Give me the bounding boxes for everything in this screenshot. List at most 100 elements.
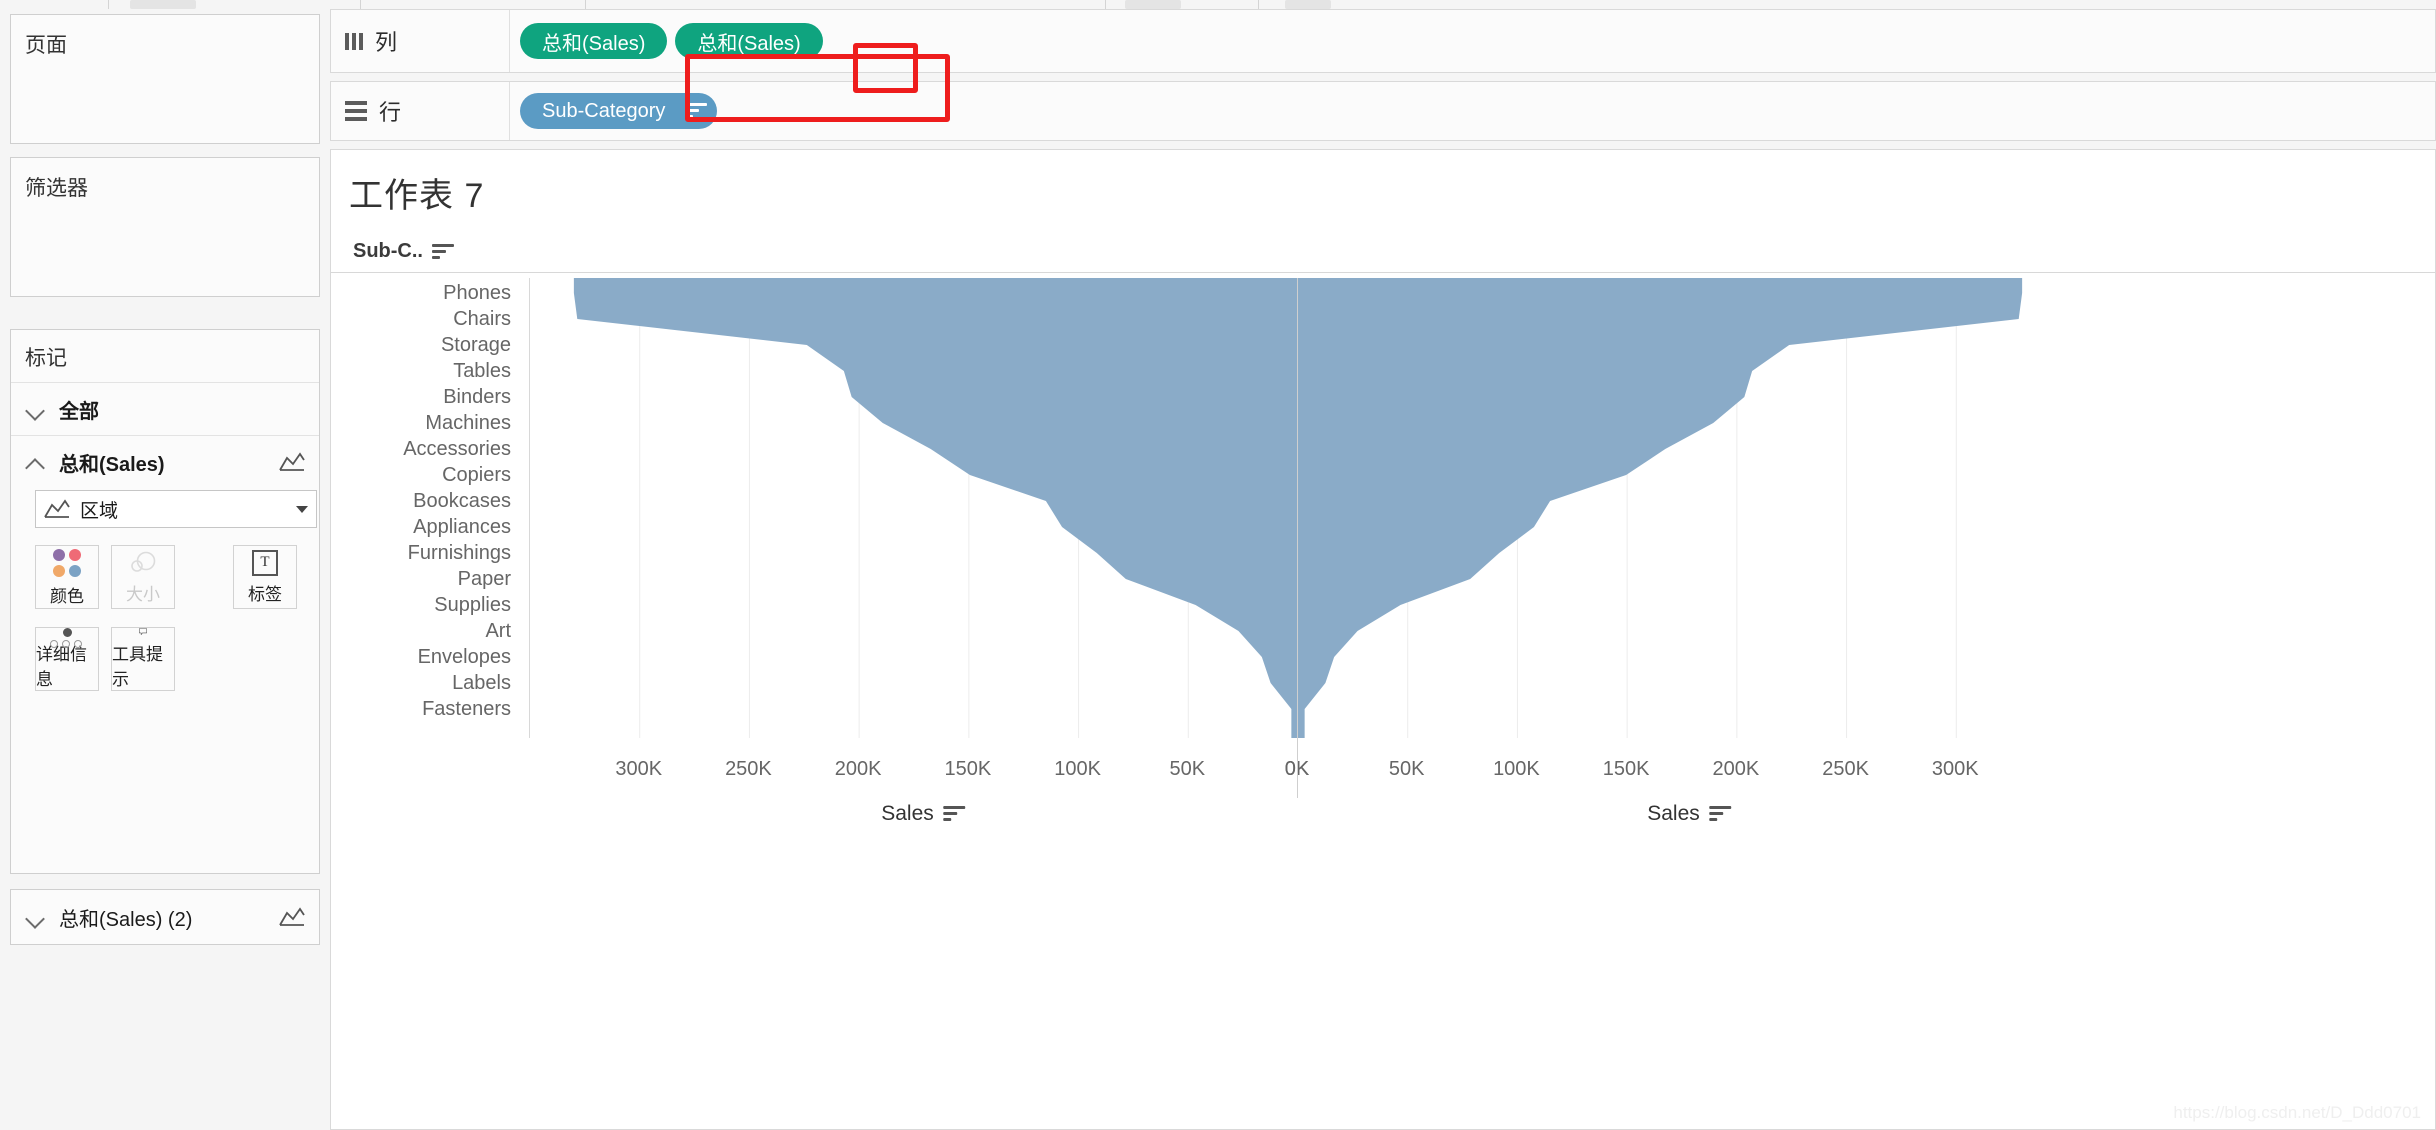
marks-tooltip-button[interactable]: 工具提示 [111, 627, 175, 691]
list-item[interactable]: Appliances [331, 514, 521, 540]
pages-card[interactable]: 页面 [10, 14, 320, 144]
list-item[interactable]: Labels [331, 670, 521, 696]
list-item[interactable]: Tables [331, 358, 521, 384]
x-axis-title-right-label: Sales [1647, 802, 1700, 825]
columns-shelf-label: 列 [331, 25, 509, 57]
x-axis-tick-left: 150K [944, 758, 992, 780]
chevron-down-icon [25, 906, 47, 928]
x-axis-tick-right: 150K [1602, 758, 1650, 780]
color-dots-icon [52, 548, 82, 578]
header-rule [331, 272, 2436, 273]
chart-svg [573, 278, 2023, 738]
sort-descending-icon[interactable] [685, 103, 708, 119]
x-axis-title-left[interactable]: Sales [881, 802, 965, 826]
list-item[interactable]: Copiers [331, 462, 521, 488]
x-axis-tick-right: 200K [1712, 758, 1760, 780]
area-mark-icon [279, 452, 305, 471]
marks-color-button[interactable]: 颜色 [35, 545, 99, 609]
marks-size-label: 大小 [126, 584, 160, 604]
list-item[interactable]: Supplies [331, 592, 521, 618]
x-axis-title-right[interactable]: Sales [1647, 802, 1731, 826]
size-circles-icon [131, 551, 156, 572]
marks-group-sales-2[interactable]: 总和(Sales) (2) [11, 890, 319, 944]
chevron-down-icon [296, 505, 308, 513]
toolbar-chip[interactable] [130, 0, 196, 9]
list-item[interactable]: Phones [331, 280, 521, 306]
toolbar-chip[interactable] [1125, 0, 1181, 9]
row-field-header[interactable]: Sub-C.. [353, 240, 454, 263]
marks-group-sales[interactable]: 总和(Sales) [11, 435, 319, 488]
marks-group-all-label: 全部 [59, 400, 99, 423]
list-item[interactable]: Art [331, 618, 521, 644]
x-axis-tick-right: 50K [1388, 758, 1425, 780]
area-mark-right [1298, 278, 2023, 738]
columns-shelf-text: 列 [375, 30, 398, 55]
marks-size-button[interactable]: 大小 [111, 545, 175, 609]
toolbar-divider [585, 0, 586, 9]
chart-plot-area[interactable] [529, 278, 2424, 738]
toolbar-divider [1105, 0, 1106, 9]
list-item[interactable]: Storage [331, 332, 521, 358]
list-item[interactable]: Bookcases [331, 488, 521, 514]
list-item[interactable]: Furnishings [331, 540, 521, 566]
sort-descending-icon[interactable] [432, 243, 454, 260]
x-axis-tick-left: 250K [725, 758, 772, 780]
marks-card-title: 标记 [25, 347, 67, 370]
x-axis: 300K 250K 200K 150K 100K 50K 0K 0K 50K 100K 150K 20… [529, 740, 2424, 825]
columns-shelf-dropzone[interactable]: 总和(Sales) 总和(Sales) [509, 10, 2435, 72]
marks-group-sales-label: 总和(Sales) [59, 453, 165, 476]
filters-card[interactable]: 筛选器 [10, 157, 320, 297]
area-mark-icon [44, 499, 70, 518]
row-header-list: Phones Chairs Storage Tables Binders Mac… [331, 280, 521, 722]
chevron-up-icon [25, 451, 47, 473]
pages-card-title: 页面 [25, 34, 67, 57]
x-axis-tick-left: 200K [834, 758, 882, 780]
marks-group-sales-2-label: 总和(Sales) (2) [59, 908, 193, 931]
marks-tooltip-label: 工具提示 [112, 645, 163, 689]
list-item[interactable]: Fasteners [331, 696, 521, 722]
rows-icon [345, 101, 367, 121]
marks-label-label: 标签 [248, 584, 282, 604]
rows-shelf-label: 行 [331, 95, 509, 127]
pill-sub-category-label: Sub-Category [542, 99, 666, 122]
toolbar-sliver [0, 0, 2436, 9]
marks-card-sales-2[interactable]: 总和(Sales) (2) [10, 889, 320, 945]
page-title: 工作表 7 [349, 177, 485, 215]
marks-card: 标记 全部 总和(Sales) 区域 颜色 大小 T 标签 详细信息 工具提示 [10, 329, 320, 874]
marks-label-button[interactable]: T 标签 [233, 545, 297, 609]
list-item[interactable]: Paper [331, 566, 521, 592]
toolbar-chip[interactable] [1285, 0, 1331, 9]
mark-type-select[interactable]: 区域 [35, 490, 317, 528]
rows-shelf-text: 行 [379, 100, 402, 125]
list-item[interactable]: Binders [331, 384, 521, 410]
pill-sum-sales-1[interactable]: 总和(Sales) [520, 23, 668, 59]
sort-descending-icon[interactable] [942, 806, 965, 822]
toolbar-divider [360, 0, 361, 9]
area-mark-icon [279, 907, 305, 926]
list-item[interactable]: Envelopes [331, 644, 521, 670]
chevron-down-icon [25, 398, 47, 420]
left-panel: 页面 筛选器 标记 全部 总和(Sales) 区域 颜色 大小 T 标签 详细信… [0, 9, 330, 1130]
viz-area: 列 总和(Sales) 总和(Sales) 行 Sub-Category 工作表… [330, 9, 2436, 1130]
tooltip-bubble-icon [139, 628, 147, 636]
row-field-header-label: Sub-C.. [353, 240, 423, 262]
toolbar-divider [108, 0, 109, 9]
columns-shelf[interactable]: 列 总和(Sales) 总和(Sales) [330, 9, 2436, 73]
marks-color-label: 颜色 [50, 586, 84, 606]
pill-sub-category[interactable]: Sub-Category [520, 93, 718, 129]
marks-detail-button[interactable]: 详细信息 [35, 627, 99, 691]
toolbar-divider [1258, 0, 1259, 9]
list-item[interactable]: Machines [331, 410, 521, 436]
marks-group-all[interactable]: 全部 [11, 382, 319, 435]
area-mark-left [573, 278, 1298, 738]
x-axis-tick-left: 300K [615, 758, 663, 780]
label-t-icon: T [252, 549, 278, 576]
list-item[interactable]: Chairs [331, 306, 521, 332]
rows-shelf[interactable]: 行 Sub-Category [330, 81, 2436, 141]
pill-sum-sales-2[interactable]: 总和(Sales) [675, 23, 823, 59]
x-axis-tick-right: 100K [1493, 758, 1540, 780]
butterfly-area-chart[interactable] [529, 278, 2424, 738]
sort-descending-icon[interactable] [1708, 806, 1731, 822]
list-item[interactable]: Accessories [331, 436, 521, 462]
rows-shelf-dropzone[interactable]: Sub-Category [509, 82, 2435, 140]
